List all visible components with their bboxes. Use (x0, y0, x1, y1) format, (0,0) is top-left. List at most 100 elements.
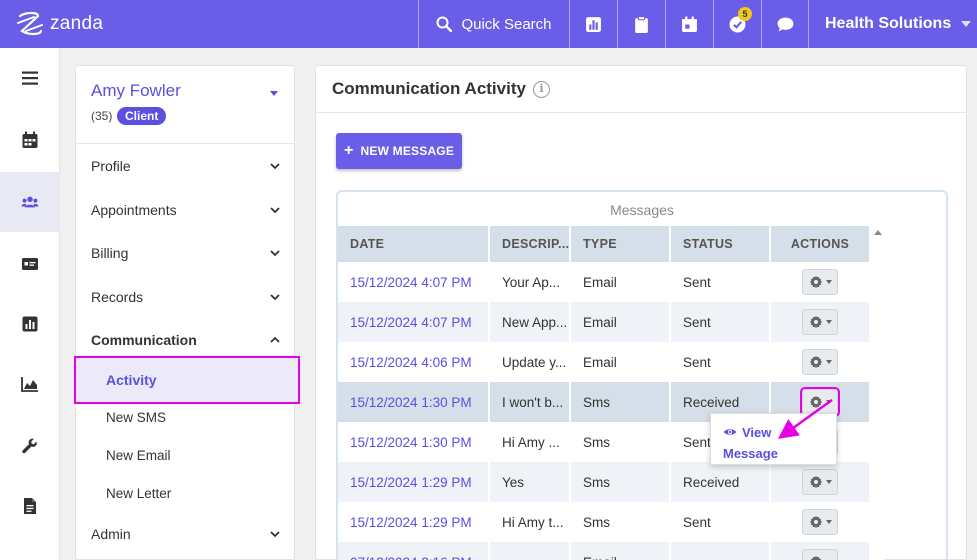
row-actions-button[interactable] (802, 269, 838, 295)
caret-down-icon (825, 320, 832, 324)
table-row[interactable]: 07/12/2024 2:16 PM Email (338, 542, 871, 560)
cell-actions (770, 462, 871, 502)
organisation-switcher[interactable]: Health Solutions (808, 0, 977, 48)
cell-date[interactable]: 15/12/2024 4:07 PM (338, 302, 490, 342)
row-actions-button[interactable] (802, 469, 838, 495)
row-actions-button[interactable] (800, 387, 840, 417)
client-name[interactable]: Amy Fowler (91, 81, 181, 101)
rail-settings[interactable] (0, 416, 60, 476)
subnav-new-letter[interactable]: New Letter (106, 486, 171, 501)
view-message-menu-item[interactable]: View Message (723, 422, 778, 464)
scrollbar[interactable] (870, 226, 884, 560)
column-header-type[interactable]: TYPE (570, 226, 671, 262)
clipboard-button[interactable] (617, 0, 665, 48)
quick-search-button[interactable]: Quick Search (418, 0, 569, 48)
column-header-status[interactable]: STATUS (670, 226, 771, 262)
subnav-new-email[interactable]: New Email (106, 448, 171, 463)
table-row[interactable]: 15/12/2024 1:29 PM Yes Sms Received (338, 462, 871, 502)
table-row[interactable]: 15/12/2024 1:29 PM Hi Amy t... Sms Sent (338, 502, 871, 542)
calendar-button[interactable] (665, 0, 713, 48)
row-actions-button[interactable] (802, 549, 838, 560)
scroll-up-arrow-icon[interactable] (874, 230, 882, 235)
row-actions-button[interactable] (802, 349, 838, 375)
caret-down-icon (825, 280, 832, 284)
rail-cards[interactable] (0, 234, 60, 294)
chat-button[interactable] (761, 0, 809, 48)
chevron-down-icon (270, 163, 280, 170)
clipboard-icon (635, 15, 648, 33)
info-icon[interactable]: i (532, 80, 550, 98)
cell-status: Sent (670, 342, 771, 382)
nav-appointments[interactable]: Appointments (91, 202, 281, 218)
chevron-down-icon (270, 250, 280, 257)
search-icon (436, 16, 453, 32)
nav-records[interactable]: Records (91, 289, 281, 305)
chevron-down-icon (270, 207, 280, 214)
nav-appointments-label: Appointments (91, 202, 177, 218)
cell-date[interactable]: 15/12/2024 1:30 PM (338, 422, 490, 462)
view-label: View (742, 425, 772, 440)
rail-analytics[interactable] (0, 354, 60, 414)
column-header-date[interactable]: DATE (338, 226, 490, 262)
nav-billing[interactable]: Billing (91, 245, 281, 261)
menu-icon (22, 71, 38, 85)
subnav-new-sms[interactable]: New SMS (106, 410, 166, 425)
cell-date[interactable]: 15/12/2024 1:30 PM (338, 382, 490, 422)
row-actions-button[interactable] (802, 309, 838, 335)
eye-icon (723, 429, 737, 435)
cell-actions (770, 342, 871, 382)
divider (316, 112, 966, 113)
gear-icon (809, 475, 822, 489)
table-row[interactable]: 15/12/2024 4:07 PM New App... Email Sent (338, 302, 871, 342)
cell-actions (770, 302, 871, 342)
cell-status: Sent (670, 262, 771, 302)
nav-communication[interactable]: Communication (91, 332, 281, 348)
cell-description: Yes (489, 462, 571, 502)
rail-calendar[interactable] (0, 110, 60, 170)
area-chart-icon (21, 377, 38, 392)
rail-clients[interactable] (0, 172, 60, 232)
nav-profile-label: Profile (91, 158, 131, 174)
zanda-logo[interactable]: zanda (14, 9, 103, 39)
client-panel: Amy Fowler (35) Client Profile Appointme… (74, 65, 300, 560)
caret-down-icon (825, 400, 832, 404)
caret-down-icon (961, 21, 972, 27)
cell-actions (770, 262, 871, 302)
cell-actions (770, 542, 871, 560)
cell-date[interactable]: 15/12/2024 4:06 PM (338, 342, 490, 382)
nav-admin[interactable]: Admin (91, 526, 281, 542)
rail-documents[interactable] (0, 476, 60, 536)
reports-button[interactable] (569, 0, 617, 48)
brand-name: zanda (50, 13, 104, 34)
cell-status: Received (670, 462, 771, 502)
page-title-text: Communication Activity (332, 79, 526, 98)
table-row[interactable]: 15/12/2024 4:07 PM Your Ap... Email Sent (338, 262, 871, 302)
wrench-icon (22, 438, 37, 454)
cell-date[interactable]: 07/12/2024 2:16 PM (338, 542, 490, 560)
column-header-description[interactable]: DESCRIP... (489, 226, 571, 262)
cell-status: Sent (670, 502, 771, 542)
subnav-activity[interactable]: Activity (74, 356, 300, 404)
table-row[interactable]: 15/12/2024 4:06 PM Update y... Email Sent (338, 342, 871, 382)
rail-reports[interactable] (0, 294, 60, 354)
cell-date[interactable]: 15/12/2024 1:29 PM (338, 462, 490, 502)
rail-menu[interactable] (0, 48, 60, 108)
cell-date[interactable]: 15/12/2024 4:07 PM (338, 262, 490, 302)
cell-status (670, 542, 771, 560)
main-panel: Communication Activity i + NEW MESSAGE M… (315, 65, 967, 560)
row-actions-dropdown: View Message (710, 413, 837, 465)
cell-description: Hi Amy ... (489, 422, 571, 462)
cell-date[interactable]: 15/12/2024 1:29 PM (338, 502, 490, 542)
chat-icon (777, 17, 794, 31)
row-actions-button[interactable] (802, 509, 838, 535)
calendar-icon (682, 16, 697, 32)
tasks-button[interactable]: 5 (713, 0, 761, 48)
nav-profile[interactable]: Profile (91, 158, 281, 174)
new-message-button[interactable]: + NEW MESSAGE (336, 133, 462, 169)
nav-billing-label: Billing (91, 245, 129, 261)
client-type-badge: Client (117, 107, 167, 125)
chevron-down-icon (270, 531, 280, 538)
id-card-icon (22, 258, 38, 270)
caret-down-icon[interactable] (270, 91, 278, 96)
cell-description: Hi Amy t... (489, 502, 571, 542)
